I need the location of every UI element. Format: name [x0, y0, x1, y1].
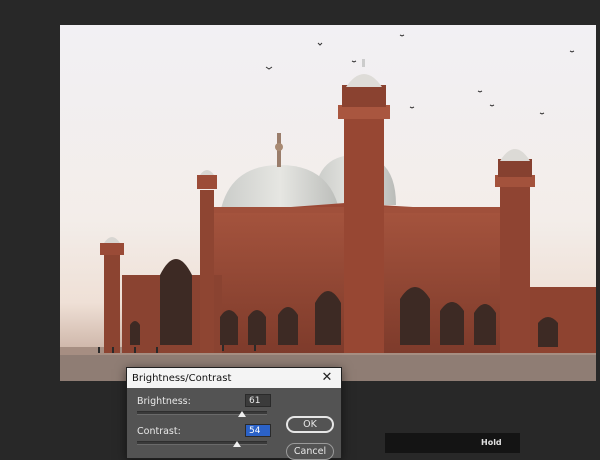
- brightness-input[interactable]: [245, 394, 271, 407]
- contrast-slider-track[interactable]: [137, 441, 267, 445]
- brightness-slider-thumb[interactable]: [237, 411, 246, 417]
- hold-label: Hold: [481, 438, 502, 447]
- contrast-slider-thumb[interactable]: [233, 441, 242, 447]
- cancel-button[interactable]: Cancel: [286, 443, 334, 460]
- mosque-image: [60, 34, 596, 381]
- photo-canvas[interactable]: [60, 25, 596, 381]
- contrast-label: Contrast:: [137, 426, 181, 437]
- dialog-titlebar[interactable]: Brightness/Contrast ✕: [127, 368, 341, 388]
- brightness-label: Brightness:: [137, 396, 191, 407]
- dialog-body: Brightness: Contrast: OK Cancel: [127, 388, 341, 460]
- dialog-title: Brightness/Contrast: [132, 372, 232, 384]
- hold-tooltip: Hold: [385, 433, 520, 453]
- brightness-contrast-dialog: Brightness/Contrast ✕ Brightness: Contra…: [126, 367, 342, 460]
- brightness-slider-track[interactable]: [137, 411, 267, 415]
- close-icon[interactable]: ✕: [319, 368, 335, 388]
- contrast-input[interactable]: [245, 424, 271, 437]
- ok-button[interactable]: OK: [286, 416, 334, 433]
